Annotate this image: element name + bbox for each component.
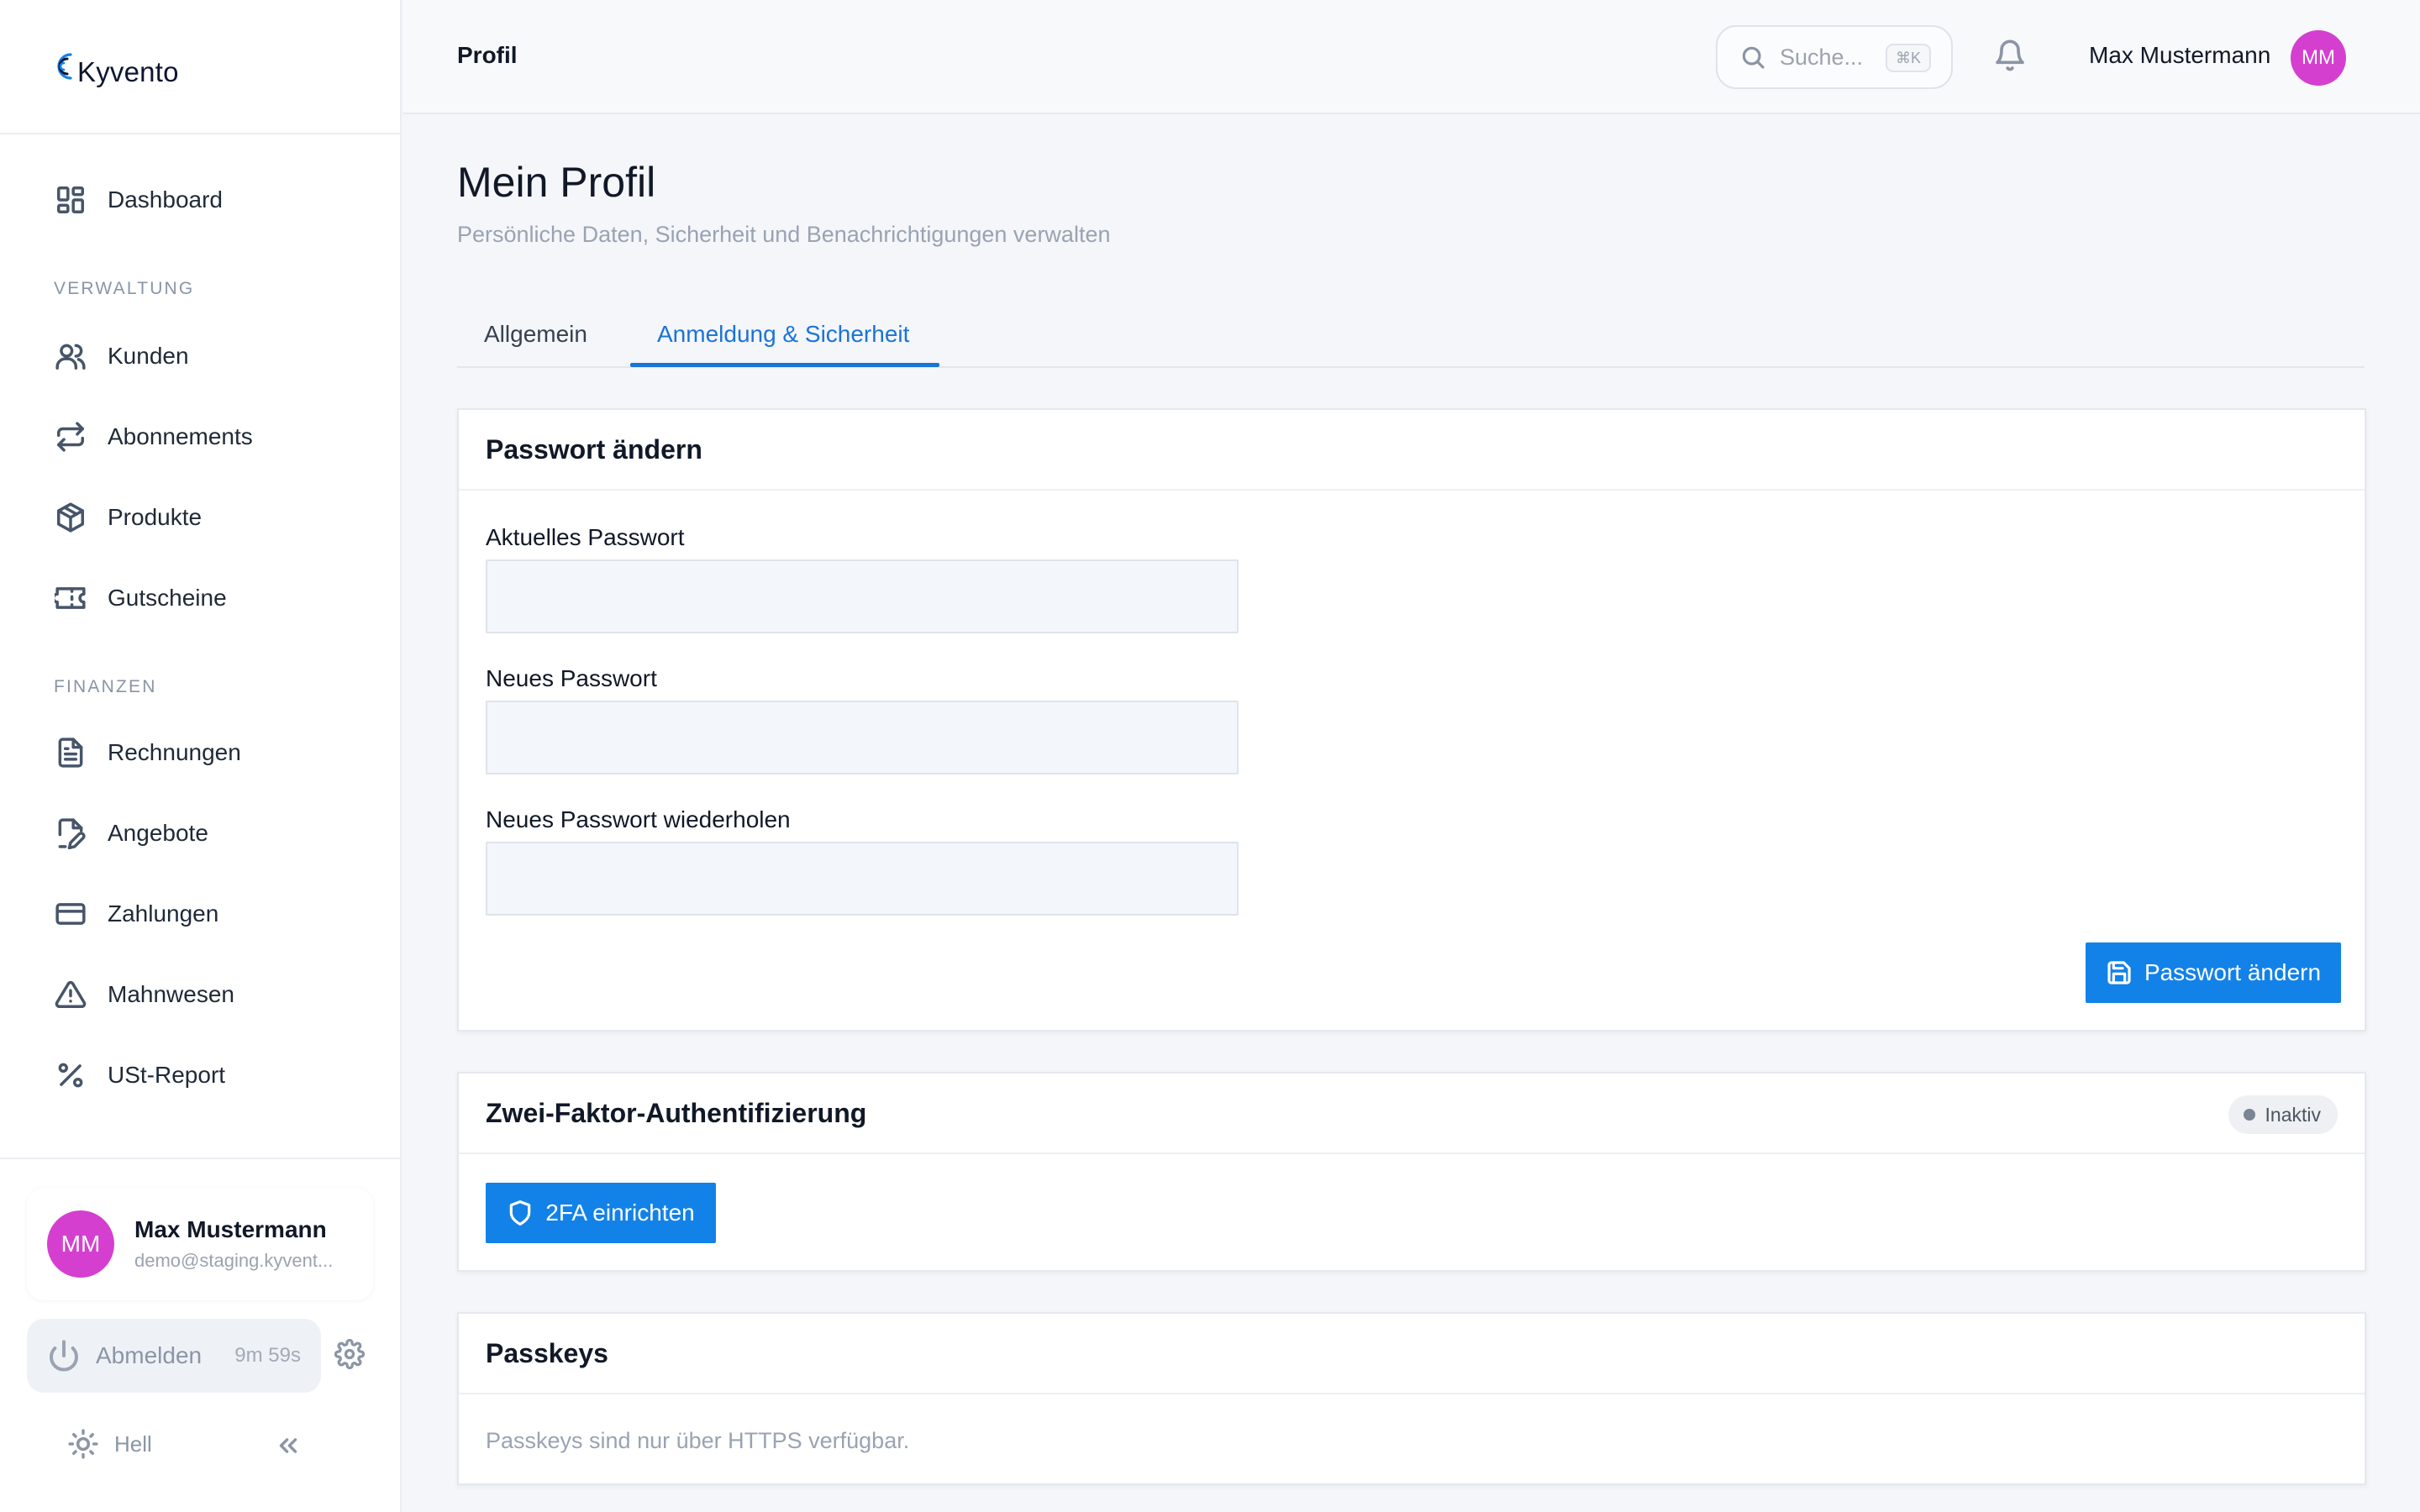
current-password-field[interactable] xyxy=(486,559,1239,633)
power-icon xyxy=(50,1340,78,1372)
card-title: Passkeys xyxy=(486,1337,608,1368)
notifications-button[interactable] xyxy=(1993,39,2028,74)
sidebar-item-gutscheine[interactable]: Gutscheine xyxy=(27,564,373,632)
file-edit-icon xyxy=(54,816,87,850)
card-header: Passkeys xyxy=(459,1314,2365,1394)
change-password-button[interactable]: Passwort ändern xyxy=(2086,942,2341,1003)
card-header: Zwei-Faktor-Authentifizierung Inaktiv xyxy=(459,1074,2365,1154)
status-label: Inaktiv xyxy=(2265,1103,2321,1126)
header-avatar[interactable]: MM xyxy=(2291,30,2346,86)
password-card: Passwort ändern Aktuelles Passwort Neues… xyxy=(457,408,2366,1032)
user-name: Max Mustermann xyxy=(134,1216,327,1242)
button-label: 2FA einrichten xyxy=(545,1200,695,1226)
logout-label: Abmelden xyxy=(96,1342,203,1368)
card-title: Passwort ändern xyxy=(486,433,702,465)
sidebar-item-kunden[interactable]: Kunden xyxy=(27,323,373,390)
sidebar-item-angebote[interactable]: Angebote xyxy=(27,800,373,867)
avatar: MM xyxy=(47,1210,114,1278)
section-verwaltung: VERWALTUNG xyxy=(54,279,195,298)
card-header: Passwort ändern xyxy=(459,410,2365,491)
sidebar-item-mahnwesen[interactable]: Mahnwesen xyxy=(27,961,373,1028)
logo-area: Kyvento xyxy=(0,0,400,134)
sidebar-item-label: Produkte xyxy=(108,504,203,530)
search-shortcut: ⌘K xyxy=(1885,44,1931,72)
section-finanzen: FINANZEN xyxy=(54,677,157,696)
sidebar-item-label: Gutscheine xyxy=(108,585,227,611)
logo[interactable]: Kyvento xyxy=(45,45,179,88)
gear-icon xyxy=(334,1338,366,1370)
new-password-field[interactable] xyxy=(486,701,1239,774)
file-text-icon xyxy=(54,736,87,769)
status-dot xyxy=(2243,1109,2255,1121)
current-password-label: Aktuelles Passwort xyxy=(486,524,685,550)
dashboard-icon xyxy=(54,183,87,217)
passkeys-card: Passkeys Passkeys sind nur über HTTPS ve… xyxy=(457,1312,2366,1485)
active-tab-indicator xyxy=(630,363,939,367)
sidebar-item-label: Abonnements xyxy=(108,423,253,449)
top-header: Profil Suche... ⌘K Max Mustermann MM xyxy=(403,0,2420,114)
shield-icon xyxy=(509,1200,531,1226)
logout-button[interactable]: Abmelden 9m 59s xyxy=(27,1319,321,1393)
users-icon xyxy=(54,339,87,373)
page-title: Mein Profil xyxy=(457,159,656,206)
sidebar-item-rechnungen[interactable]: Rechnungen xyxy=(27,719,373,786)
sidebar-item-zahlungen[interactable]: Zahlungen xyxy=(27,880,373,948)
sidebar-item-label: Mahnwesen xyxy=(108,981,234,1007)
sidebar-item-label: Dashboard xyxy=(108,186,223,213)
sidebar-item-dashboard[interactable]: Dashboard xyxy=(27,166,373,234)
search-input[interactable]: Suche... ⌘K xyxy=(1716,25,1953,89)
sun-icon xyxy=(68,1429,98,1459)
sidebar-item-label: Zahlungen xyxy=(108,900,219,927)
theme-label: Hell xyxy=(114,1431,152,1457)
button-label: Passwort ändern xyxy=(2144,959,2322,985)
twofa-card: Zwei-Faktor-Authentifizierung Inaktiv 2F… xyxy=(457,1072,2366,1272)
theme-toggle[interactable]: Hell xyxy=(67,1428,152,1460)
status-badge: Inaktiv xyxy=(2228,1095,2338,1134)
sidebar-item-label: Rechnungen xyxy=(108,739,241,765)
new-password-label: Neues Passwort xyxy=(486,665,657,691)
user-meta: Max Mustermann demo@staging.kyvent... xyxy=(134,1216,333,1272)
collapse-sidebar-button[interactable] xyxy=(274,1431,304,1462)
ticket-icon xyxy=(54,581,87,615)
sidebar-item-label: Kunden xyxy=(108,343,189,369)
save-icon xyxy=(2107,961,2131,984)
header-user-name[interactable]: Max Mustermann xyxy=(2089,42,2270,69)
settings-button[interactable] xyxy=(334,1338,368,1373)
repeat-password-label: Neues Passwort wiederholen xyxy=(486,806,791,832)
passkeys-note: Passkeys sind nur über HTTPS verfügbar. xyxy=(486,1428,910,1453)
sidebar-item-abonnements[interactable]: Abonnements xyxy=(27,403,373,470)
sidebar-item-label: USt-Report xyxy=(108,1062,226,1088)
tab-anmeldung-sicherheit[interactable]: Anmeldung & Sicherheit xyxy=(657,321,909,348)
session-timer: 9m 59s xyxy=(234,1344,301,1367)
bell-icon xyxy=(1996,39,2024,71)
alert-triangle-icon xyxy=(54,978,87,1011)
sidebar-item-ust-report[interactable]: USt-Report xyxy=(27,1042,373,1109)
sidebar-user-card[interactable]: MM Max Mustermann demo@staging.kyvent... xyxy=(27,1188,373,1300)
header-title: Profil xyxy=(457,42,518,68)
sidebar-item-produkte[interactable]: Produkte xyxy=(27,484,373,551)
repeat-password-field[interactable] xyxy=(486,842,1239,916)
sidebar-footer: MM Max Mustermann demo@staging.kyvent...… xyxy=(0,1158,400,1512)
sidebar: Kyvento Dashboard VERWALTUNG Kunden Abon… xyxy=(0,0,402,1512)
tab-allgemein[interactable]: Allgemein xyxy=(484,321,587,348)
page-subtitle: Persönliche Daten, Sicherheit und Benach… xyxy=(457,222,1111,247)
percent-icon xyxy=(54,1058,87,1092)
sidebar-item-label: Angebote xyxy=(108,820,208,846)
credit-card-icon xyxy=(54,897,87,931)
card-title: Zwei-Faktor-Authentifizierung xyxy=(486,1097,867,1128)
logo-text: Kyvento xyxy=(77,56,179,87)
search-icon xyxy=(1742,46,1765,69)
chevrons-left-icon xyxy=(279,1438,297,1453)
user-email: demo@staging.kyvent... xyxy=(134,1250,334,1271)
profile-tabs: Allgemein Anmeldung & Sicherheit xyxy=(457,302,2365,368)
repeat-icon xyxy=(54,420,87,454)
box-icon xyxy=(54,501,87,534)
search-placeholder: Suche... xyxy=(1780,44,1864,70)
setup-2fa-button[interactable]: 2FA einrichten xyxy=(486,1183,716,1243)
